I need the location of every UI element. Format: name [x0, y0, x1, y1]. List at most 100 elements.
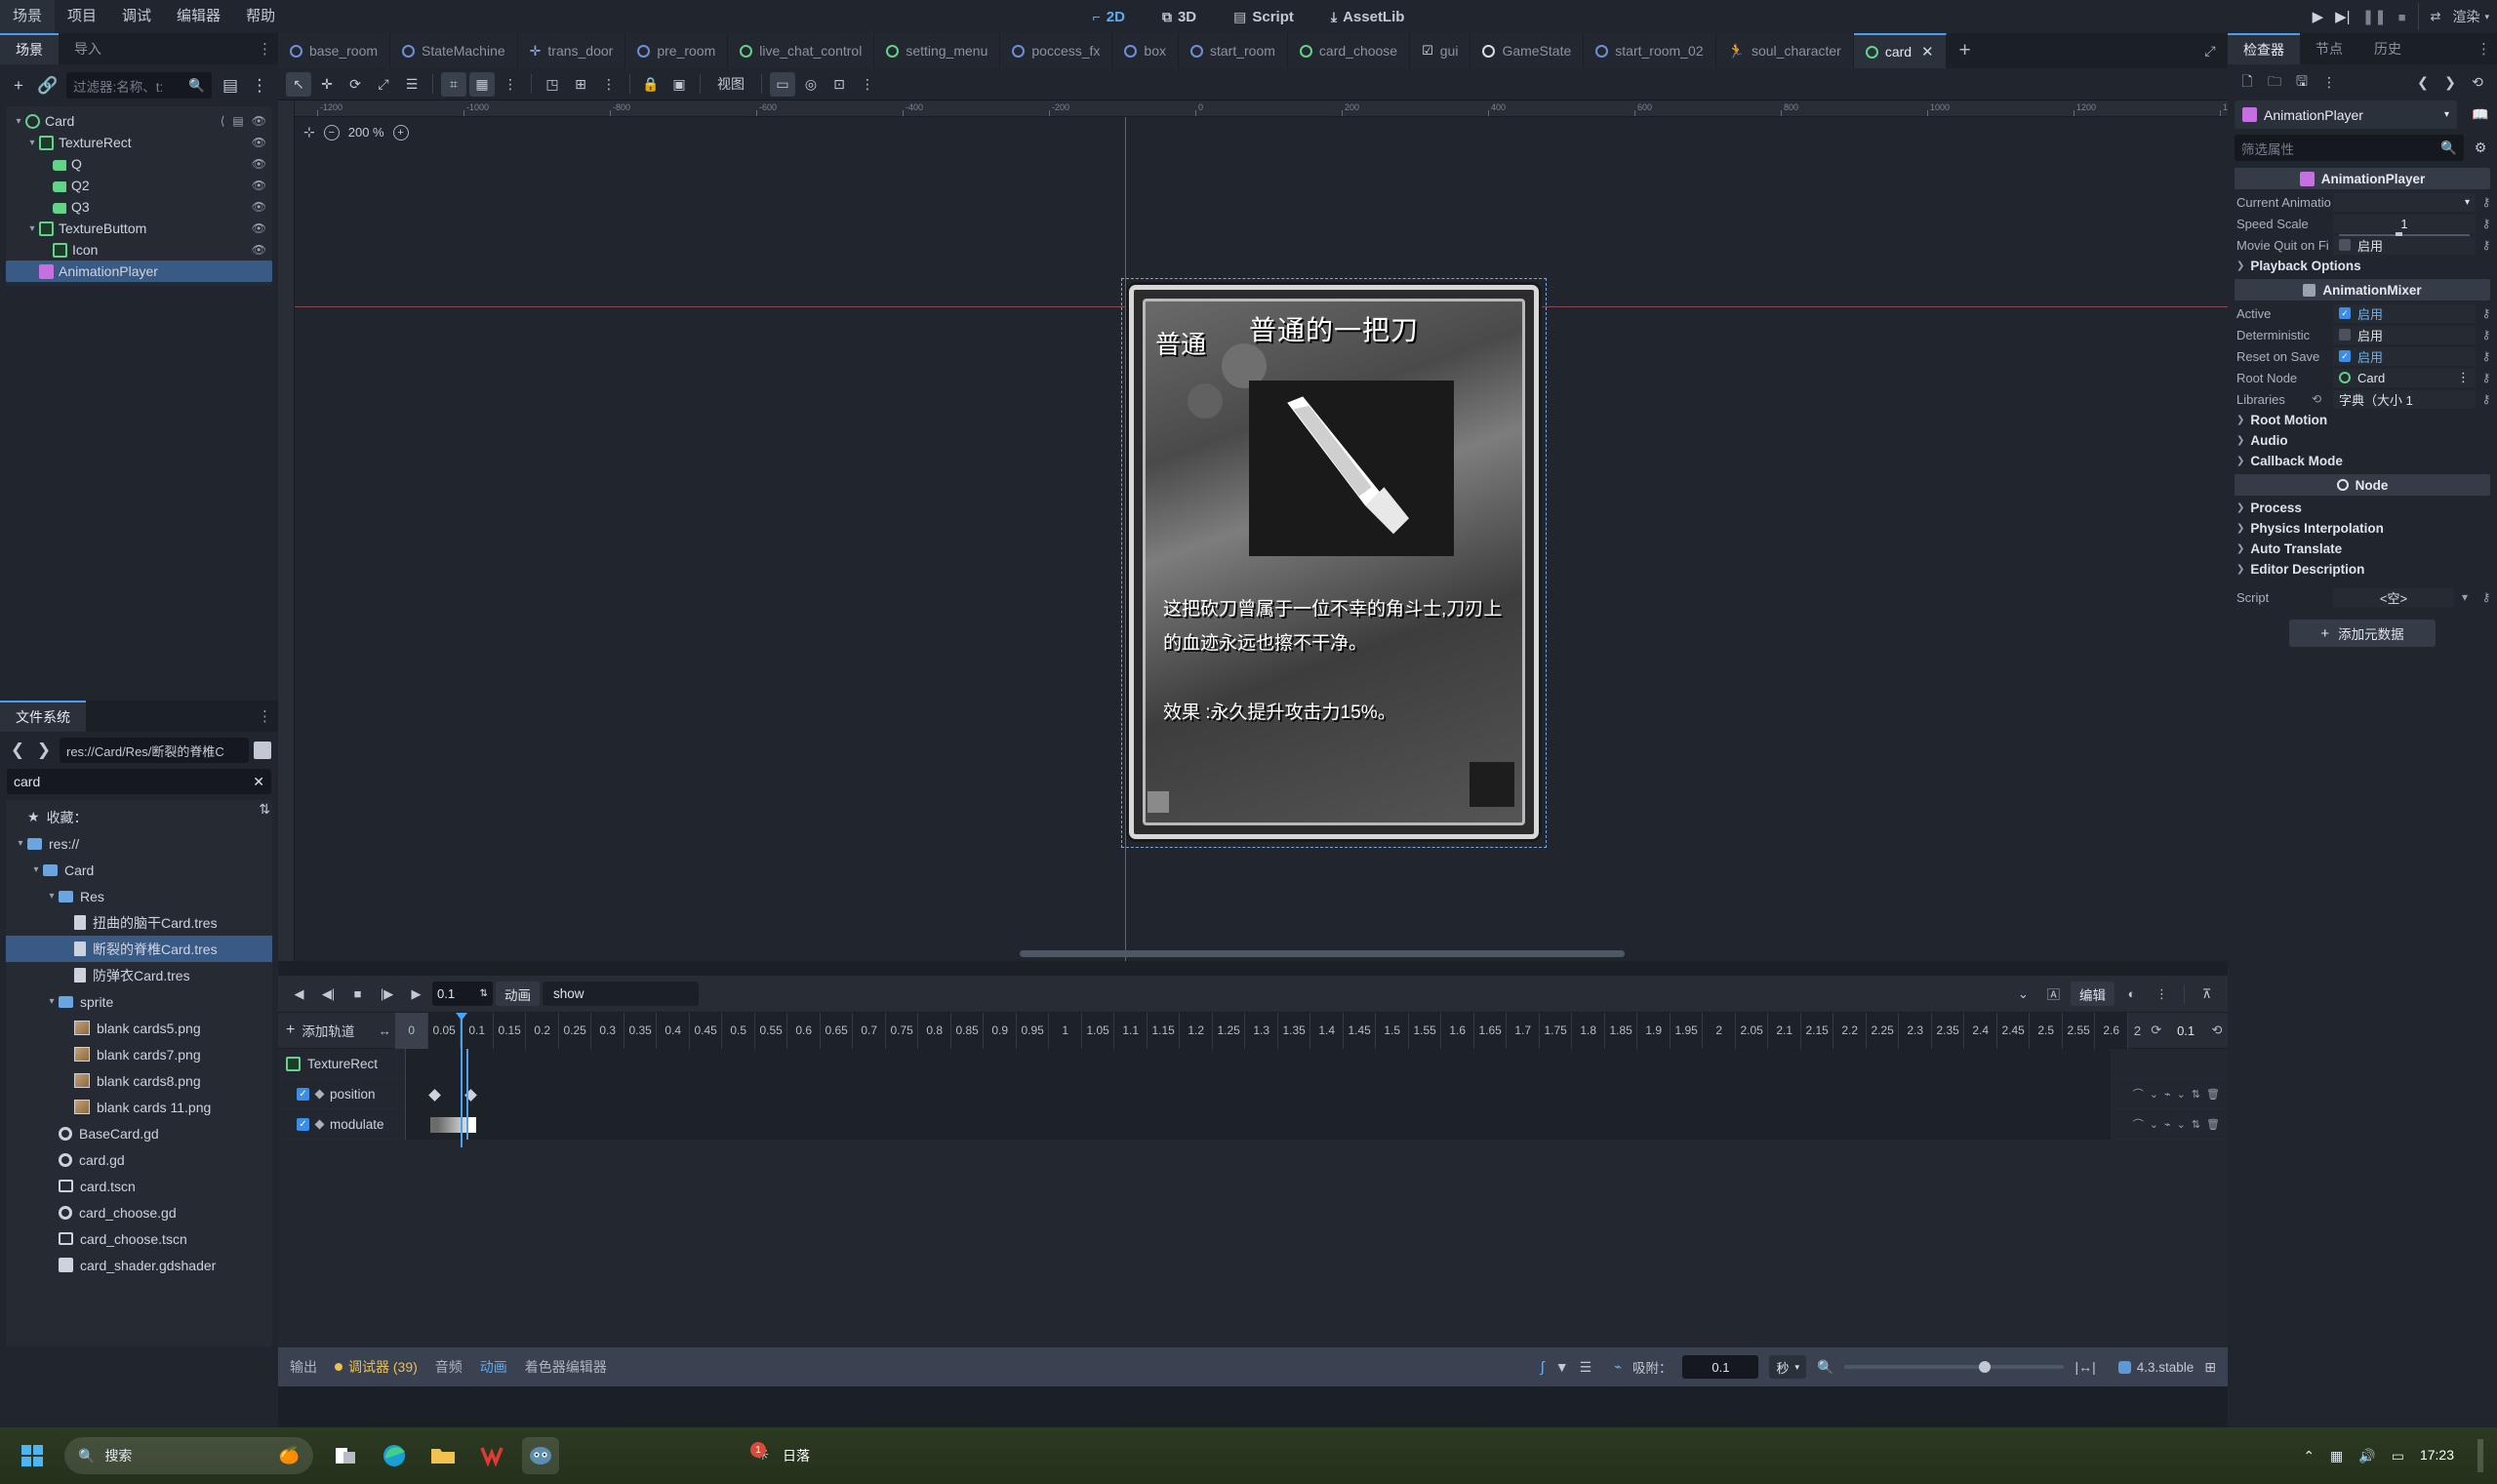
tray-network-icon[interactable]: ▦ — [2330, 1448, 2343, 1464]
key-icon[interactable]: ⚷ — [2476, 392, 2497, 406]
tab-scene[interactable]: 场景 — [0, 33, 59, 64]
eye-icon[interactable]: 👁 — [252, 114, 266, 128]
track-up-down-icon[interactable]: ⇅ — [2192, 1118, 2200, 1131]
timeline-refresh-icon[interactable]: ⟲ — [2206, 1013, 2228, 1048]
tab-node[interactable]: 节点 — [2300, 33, 2358, 64]
open-resource-icon[interactable]: 🗀 — [2263, 71, 2286, 94]
sunset-widget[interactable]: 1 ☀ 日落 — [748, 1446, 810, 1465]
filesystem-item-card_shader.gdshader[interactable]: card_shader.gdshader — [6, 1252, 272, 1278]
script-property-value[interactable]: <空> — [2333, 588, 2454, 607]
expand-arrow-icon[interactable]: ▾ — [29, 864, 43, 875]
expand-arrow-icon[interactable]: ▾ — [25, 223, 39, 234]
track-list-icon[interactable]: ☰ — [1580, 1359, 1592, 1376]
filesystem-item-blank cards5.png[interactable]: blank cards5.png — [6, 1015, 272, 1041]
nav-forward-icon[interactable]: ❯ — [33, 740, 55, 761]
property-control[interactable]: 启用 — [2333, 326, 2476, 344]
eye-icon[interactable]: 👁 — [252, 221, 266, 235]
loop-wrap-icon[interactable]: ⌁ — [2164, 1118, 2171, 1131]
animation-track-position[interactable]: ✓position⌒⌄⌁⌄⇅🗑 — [278, 1079, 2228, 1109]
snap-value-field[interactable]: 0.1 — [1682, 1355, 1758, 1379]
mode-3d-button[interactable]: ⧉ 3D — [1154, 6, 1204, 28]
remove-track-icon[interactable]: 🗑 — [2206, 1118, 2220, 1131]
scene-tree-item-TextureRect[interactable]: ▾TextureRect👁 — [6, 132, 272, 153]
bezier-curve-icon[interactable]: ∫ — [1541, 1359, 1545, 1376]
keyframe[interactable] — [428, 1089, 441, 1102]
scene-tree-menu-icon[interactable]: ⋮ — [249, 75, 270, 97]
scene-tab-GameState[interactable]: GameState — [1470, 33, 1584, 68]
list-tool-icon[interactable]: ☰ — [399, 72, 424, 97]
distraction-free-button[interactable]: ⤢ — [2193, 33, 2228, 68]
expand-arrow-icon[interactable]: ▾ — [45, 891, 59, 902]
canvas-area[interactable]: -1200-1000-800-600-400-20002004006008001… — [278, 100, 2228, 961]
scene-tree-item-Q3[interactable]: Q3👁 — [6, 196, 272, 218]
remove-track-icon[interactable]: 🗑 — [2206, 1088, 2220, 1101]
mode-assetlib-button[interactable]: ⤓ AssetLib — [1323, 6, 1413, 28]
slider-handle[interactable] — [1979, 1361, 1991, 1373]
track-timeline[interactable] — [405, 1109, 2111, 1140]
inspector-group-Auto Translate[interactable]: ❯Auto Translate — [2228, 539, 2497, 559]
key-icon[interactable]: ⚷ — [2476, 590, 2497, 604]
track-timeline[interactable] — [405, 1079, 2111, 1109]
ruler-mode-icon[interactable]: ⋮ — [498, 72, 523, 97]
filesystem-item-收藏：[interactable]: ★收藏： — [6, 804, 272, 830]
filesystem-item-res://[interactable]: ▾res:// — [6, 830, 272, 857]
fit-timeline-icon[interactable]: |↔| — [2074, 1359, 2095, 1375]
time-unit-select[interactable]: 秒 ▾ — [1769, 1355, 1806, 1379]
filesystem-item-blank cards8.png[interactable]: blank cards8.png — [6, 1067, 272, 1094]
timeline-ruler[interactable]: 00.050.10.150.20.250.30.350.40.450.50.55… — [395, 1013, 2128, 1048]
viewport-options-icon[interactable]: ⋮ — [855, 72, 880, 97]
inspector-group-Audio[interactable]: ❯Audio — [2228, 430, 2497, 451]
dock-menu-icon[interactable]: ⋮ — [258, 40, 272, 58]
animation-track-modulate[interactable]: ✓modulate⌒⌄⌁⌄⇅🗑 — [278, 1109, 2228, 1140]
pin-animation-icon[interactable]: ⊼ — [2194, 982, 2220, 1006]
anim-time-field[interactable]: 0.1 ⇅ — [432, 982, 493, 1006]
timeline-length-icon[interactable]: ↔ — [374, 1013, 395, 1048]
filesystem-item-card_choose.tscn[interactable]: card_choose.tscn — [6, 1225, 272, 1252]
menu-scene[interactable]: 场景 — [0, 0, 55, 33]
property-control[interactable]: ▾ — [2333, 193, 2476, 212]
resource-menu-icon[interactable]: ⋮ — [2317, 71, 2341, 94]
fps-value[interactable]: 0.1 — [2165, 1013, 2205, 1048]
filesystem-item-BaseCard.gd[interactable]: BaseCard.gd — [6, 1120, 272, 1146]
track-enabled-checkbox[interactable]: ✓ — [297, 1088, 309, 1101]
add-track-button[interactable]: + 添加轨道 — [278, 1013, 374, 1048]
eye-icon[interactable]: 👁 — [252, 243, 266, 257]
revert-icon[interactable]: ⟲ — [2312, 392, 2321, 406]
open-docs-icon[interactable]: 📖 — [2469, 103, 2492, 126]
frame-selection-icon[interactable]: ⊡ — [826, 72, 852, 97]
eye-icon[interactable]: 👁 — [252, 136, 266, 149]
interp-chevron-icon[interactable]: ⌄ — [2150, 1118, 2158, 1131]
track-property-name[interactable]: ✓position — [278, 1087, 405, 1102]
property-filter-input[interactable]: 筛选属性 🔍 — [2235, 135, 2464, 161]
property-value[interactable]: 字典（大小 1 — [2339, 390, 2413, 409]
anim-to-start-button[interactable]: ◀ — [286, 982, 312, 1006]
filesystem-item-扭曲的脑干Card.tres[interactable]: 扭曲的脑干Card.tres — [6, 909, 272, 936]
interp-chevron-icon[interactable]: ⌄ — [2150, 1088, 2158, 1101]
scene-tree-item-Q2[interactable]: Q2👁 — [6, 175, 272, 196]
track-property-name[interactable]: ✓modulate — [278, 1117, 405, 1132]
pause-icon[interactable]: ❚❚ — [2362, 8, 2387, 25]
scene-tab-card_choose[interactable]: card_choose — [1288, 33, 1410, 68]
bottom-tab-animation[interactable]: 动画 — [480, 1357, 507, 1377]
property-control[interactable]: ⟲字典（大小 1 — [2333, 390, 2476, 409]
scene-tab-box[interactable]: box — [1112, 33, 1179, 68]
loop-wrap-icon[interactable]: ⌁ — [2164, 1088, 2171, 1101]
inspector-group-Physics Interpolation[interactable]: ❯Physics Interpolation — [2228, 518, 2497, 539]
filesystem-item-Res[interactable]: ▾Res — [6, 883, 272, 909]
animation-menu-button[interactable]: 动画 — [496, 982, 540, 1006]
scale-tool-icon[interactable]: ⤢ — [371, 72, 396, 97]
taskbar-clock[interactable]: 17:23 — [2420, 1447, 2462, 1464]
script-dropdown-icon[interactable]: ▾ — [2454, 590, 2476, 604]
bottom-tab-shader-editor[interactable]: 着色器编辑器 — [525, 1357, 607, 1377]
track-node-name[interactable]: TextureRect — [278, 1057, 405, 1071]
toggle-split-mode-icon[interactable] — [254, 742, 271, 759]
key-icon[interactable]: ⚷ — [2476, 195, 2497, 209]
object-history-icon[interactable]: ⟲ — [2466, 71, 2489, 94]
property-checkbox[interactable] — [2339, 329, 2351, 341]
center-view-icon[interactable]: ◎ — [798, 72, 824, 97]
new-resource-icon[interactable]: 🗋 — [2235, 71, 2259, 94]
grid-snap-icon[interactable]: ⊞ — [568, 72, 593, 97]
tab-inspector[interactable]: 检查器 — [2228, 33, 2300, 64]
preview-canvas-scale-icon[interactable]: ▭ — [770, 72, 795, 97]
edge-icon[interactable] — [376, 1437, 413, 1474]
